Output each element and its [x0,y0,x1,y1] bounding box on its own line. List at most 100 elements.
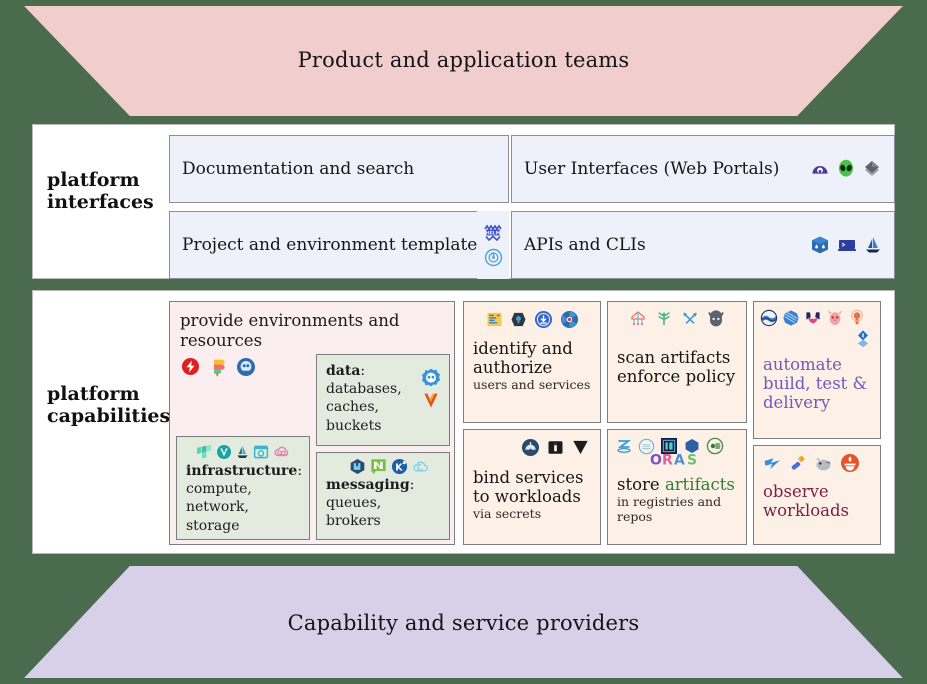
apis-clis-icon-group [810,235,894,255]
cloudnative-pg-icon [420,367,442,389]
svg-text:K: K [395,462,403,473]
infrastructure-line-2: network, [186,499,249,516]
messaging-line-2: brokers [326,513,381,530]
service-binding-icon [521,438,540,457]
tekton-icon [804,309,822,327]
store-title-prefix: store [617,475,665,494]
nats-icon [370,458,387,475]
capability-card-observe[interactable]: observe workloads [753,445,881,545]
kyverno-icon [629,310,647,328]
rabbitmq-icon [349,458,366,475]
grafana-icon [814,455,833,472]
observe-text: observe workloads [754,473,880,520]
falco-icon [681,310,699,328]
bind-icon-group [464,430,600,457]
capability-card-automate[interactable]: automate build, test & delivery [753,301,881,439]
platform-capabilities-title: platform capabilities [47,383,172,428]
interface-card-documentation[interactable]: Documentation and search [169,135,509,203]
title-line-1: platform [47,169,140,191]
capability-card-bind-services[interactable]: bind services to workloads via secrets [463,429,601,545]
pulumi-icon [211,357,225,377]
interface-card-templates[interactable]: Project and environment templates [169,211,509,279]
backstage-icon [810,159,830,179]
portals-label: User Interfaces (Web Portals) [524,159,780,179]
infrastructure-line-1: compute, [186,481,252,498]
distribution-icon [706,437,724,455]
automate-title-line-2: build, test & [763,374,868,394]
capability-providers-band: Capability and service providers [24,566,903,678]
capability-card-identify-authorize[interactable]: identify and authorize users and service… [463,301,601,423]
templates-icon-strip: HELM [477,211,509,279]
scan-text: scan artifacts enforce policy [608,328,746,386]
vault-secrets-icon [571,438,590,457]
portals-icon-group [810,159,894,179]
cloud-events-icon [412,459,431,474]
provide-title: provide environments and resources [170,302,454,351]
observe-title-line-1: observe [763,482,829,501]
infrastructure-colon: : [297,463,303,479]
kafka-icon: K [391,458,408,475]
dagger-secondary-icon [854,329,872,349]
platform-capabilities-panel: platform capabilities provide environmen… [32,290,895,554]
bind-title-line-2: to workloads [473,487,581,507]
capability-card-data[interactable]: data: databases, caches, buckets [316,354,450,446]
capability-card-infrastructure[interactable]: infrastructure: compute, network, storag… [176,436,310,540]
platform-interfaces-title: platform interfaces [47,169,172,214]
registry-icon [253,444,269,460]
data-text: data: databases, caches, buckets [317,355,420,435]
bind-title-line-1: bind services [473,468,584,487]
scan-title-line-2: enforce policy [617,367,736,387]
argo-cd-icon [484,248,503,267]
identify-subtitle: users and services [473,377,591,393]
data-colon: : [360,363,366,379]
svg-text:S: S [687,452,697,468]
flux-icon [782,309,800,327]
terminal-icon [837,237,857,253]
interface-card-apis-clis[interactable]: APIs and CLIs [511,211,895,279]
bind-text: bind services to workloads via secrets [464,457,600,521]
argo-icon [760,309,778,327]
messaging-line-1: queues, [326,495,382,512]
interface-card-portals[interactable]: User Interfaces (Web Portals) [511,135,895,203]
bind-subtitle: via secrets [473,506,542,522]
provide-title-line-1: provide environments and [180,311,400,330]
capability-card-scan-artifacts[interactable]: scan artifacts enforce policy [607,301,747,423]
identify-icon-group [464,302,600,329]
capability-card-messaging[interactable]: K messaging: queues, brokers [316,452,450,540]
messaging-icon-group: K [317,453,449,475]
vault-icon [216,444,232,460]
capability-card-provide-environments[interactable]: provide environments and resources infra… [169,301,455,545]
infrastructure-bold-label: infrastructure [186,463,298,479]
identify-title-line-1: identify and [473,339,573,358]
infrastructure-line-3: storage [186,517,240,534]
capability-card-store-artifacts[interactable]: O R A S store artifacts in registries an… [607,429,747,545]
data-bold-label: data [326,363,361,379]
dex-icon [534,310,553,329]
cloud-link-icon [273,445,291,459]
helm-icon: HELM [482,224,504,242]
opa-icon [655,310,673,328]
terraform-icon [196,444,212,460]
dagger-icon [848,309,866,327]
identify-title-line-2: authorize [473,358,553,378]
documentation-label: Documentation and search [182,159,415,179]
alien-icon [837,159,855,179]
svg-text:HELM: HELM [486,230,501,236]
identify-text: identify and authorize users and service… [464,329,600,392]
platform-interfaces-panel: platform interfaces Documentation and se… [32,124,895,279]
observe-title-line-2: workloads [763,501,850,521]
fluentd-icon [763,455,782,472]
store-title-accent: artifacts [664,475,735,494]
infrastructure-text: infrastructure: compute, network, storag… [177,460,309,535]
svg-text:A: A [674,452,685,468]
automate-text: automate build, test & delivery [754,349,880,412]
data-icon-group [420,355,449,435]
apis-clis-label: APIs and CLIs [524,235,646,255]
automate-icon-group-2 [754,327,880,349]
title-line-2: interfaces [47,191,154,214]
jenkins-icon [826,309,844,327]
observe-icon-group [754,446,880,473]
opentelemetry-icon [789,454,807,472]
capability-providers-label: Capability and service providers [287,611,640,635]
store-text: store artifacts in registries and repos [608,472,746,524]
